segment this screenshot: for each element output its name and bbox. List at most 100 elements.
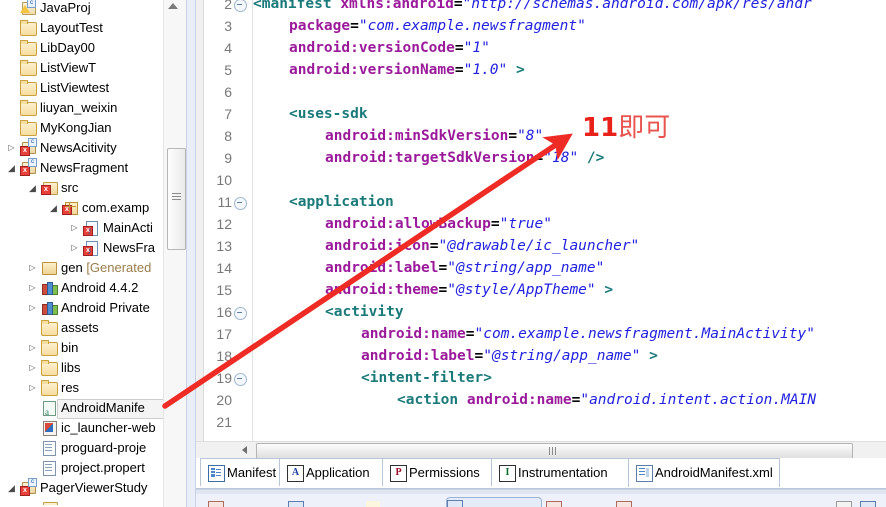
chevron-right-icon[interactable]: ▷: [27, 338, 38, 358]
code-line[interactable]: <activity: [325, 301, 404, 323]
code-line[interactable]: <intent-filter>: [361, 367, 492, 389]
tree-item-newsfra[interactable]: ▷x NewsFra: [0, 238, 166, 262]
hscrollbar-thumb[interactable]: [256, 443, 853, 459]
line-number: 14: [216, 260, 232, 276]
tree-item-pagerviewerstudy[interactable]: ◢ x c PagerViewerStudy: [0, 478, 166, 498]
chevron-right-icon[interactable]: ▷: [27, 258, 38, 278]
code-line[interactable]: android:minSdkVersion="8": [325, 125, 543, 147]
code-line[interactable]: android:label="@string/app_name": [325, 257, 604, 279]
chevron-down-icon[interactable]: ◢: [6, 478, 17, 498]
error-badge-icon: x: [83, 226, 93, 236]
tree-item-src[interactable]: ◢xsrc: [0, 178, 166, 198]
bottom-toolbar-button-1[interactable]: [836, 499, 854, 507]
code-line[interactable]: android:versionCode="1": [289, 37, 490, 59]
explorer-vertical-scrollbar[interactable]: [163, 0, 186, 507]
bottom-views-tabbar[interactable]: [196, 489, 886, 507]
tree-item-mykongjian[interactable]: MyKongJian: [0, 118, 166, 138]
tree-item-proguard-proje[interactable]: proguard-proje: [0, 438, 166, 458]
tree-item-androidmanife[interactable]: AndroidManife: [0, 398, 166, 422]
xml-source-editor[interactable]: 2 3 4 5 6 7 8 9 10 11 12 13 14 15 16 17 18 19 20 21 <manife…: [196, 0, 886, 449]
tree-item-ic-launcher-web[interactable]: ic_launcher-web: [0, 418, 166, 438]
chevron-right-icon[interactable]: ▷: [27, 358, 38, 378]
package-icon: x: [62, 198, 79, 218]
package-explorer-tree[interactable]: c JavaProj LayoutTest LibDay00 ListViewT List…: [0, 0, 166, 505]
tree-item-liuyan-weixin[interactable]: liuyan_weixin: [0, 98, 166, 118]
code-token-val: "@drawable/ic_launcher": [438, 238, 640, 254]
tree-item-assets[interactable]: assets: [0, 318, 166, 338]
tree-item-bin[interactable]: ▷ bin: [0, 338, 166, 358]
chevron-right-icon[interactable]: ▷: [69, 238, 80, 258]
tree-item-gen[interactable]: ▷ gen [Generated: [0, 258, 166, 278]
code-token-attr: android:name: [361, 326, 466, 342]
folder-icon-glyph: [41, 380, 58, 396]
tree-item-newsfragment[interactable]: ◢ x c NewsFragment: [0, 158, 166, 178]
scroll-left-arrow-icon[interactable]: [242, 446, 247, 454]
chevron-right-icon[interactable]: ▷: [27, 378, 38, 398]
code-line[interactable]: android:name="com.example.newsfragment.M…: [361, 323, 815, 345]
bottom-toolbar-button-2[interactable]: [860, 499, 878, 507]
code-line[interactable]: android:icon="@drawable/ic_launcher": [325, 235, 639, 257]
tree-item-com-examp[interactable]: ◢ x com.examp: [0, 198, 166, 218]
code-line[interactable]: <uses-sdk: [289, 103, 368, 125]
tree-item-android-private[interactable]: ▷ Android Private: [0, 298, 166, 318]
scroll-up-arrow-icon[interactable]: [168, 3, 178, 9]
code-line[interactable]: package="com.example.newsfragment": [289, 15, 586, 37]
fold-toggle-icon[interactable]: [234, 197, 247, 210]
tree-item-mainacti[interactable]: ▷x MainActi: [0, 218, 166, 242]
editor-line-number-gutter[interactable]: 2 3 4 5 6 7 8 9 10 11 12 13 14 15 16 17 18 19 20 21: [196, 0, 253, 449]
bottom-view-console[interactable]: [446, 497, 542, 507]
line-number: 5: [224, 62, 232, 78]
tree-item-libs[interactable]: ▷ libs: [0, 358, 166, 378]
tree-item-listviewtest[interactable]: ListViewtest: [0, 78, 166, 98]
manifest-tab-label: Manifest: [227, 465, 277, 480]
tree-item-newsacitivity[interactable]: ▷ x c NewsAcitivity: [0, 138, 166, 158]
tree-item-libday00[interactable]: LibDay00: [0, 38, 166, 58]
chevron-right-icon[interactable]: ▷: [27, 298, 38, 318]
scrollbar-thumb[interactable]: [167, 148, 186, 250]
code-line[interactable]: <action android:name="android.intent.act…: [397, 389, 816, 411]
manifest-tab-manifest[interactable]: Manifest: [200, 458, 282, 486]
code-line[interactable]: android:versionName="1.0" >: [289, 59, 525, 81]
bottom-view-javadoc[interactable]: [288, 499, 358, 507]
code-token-eq: =: [508, 128, 518, 144]
chevron-right-icon[interactable]: ▷: [69, 218, 80, 238]
bottom-view-logcat[interactable]: [546, 499, 610, 507]
code-line[interactable]: android:theme="@style/AppTheme" >: [325, 279, 613, 301]
manifest-tab-application[interactable]: A Application: [279, 458, 385, 486]
chevron-down-icon[interactable]: ◢: [27, 498, 38, 505]
fold-toggle-icon[interactable]: [234, 0, 247, 12]
chevron-down-icon[interactable]: ◢: [48, 198, 59, 218]
pane-divider[interactable]: [186, 0, 196, 507]
tree-item-javaproj[interactable]: c JavaProj: [0, 0, 166, 18]
code-line[interactable]: android:targetSdkVersion="18" />: [325, 147, 604, 169]
code-line[interactable]: <manifest xmlns:android="http://schemas.…: [253, 0, 812, 15]
manifest-tab-instrumentation[interactable]: I Instrumentation: [491, 458, 631, 486]
code-line[interactable]: android:label="@string/app_name" >: [361, 345, 658, 367]
code-line[interactable]: android:allowBackup="true": [325, 213, 552, 235]
tree-item-res[interactable]: ▷ res: [0, 378, 166, 398]
code-line[interactable]: <application: [289, 191, 394, 213]
manifest-editor-tabs[interactable]: Manifest A Application P Permissions I Instrum…: [196, 458, 886, 489]
line-number: 19: [216, 370, 232, 386]
manifest-tab-permissions[interactable]: P Permissions: [382, 458, 494, 486]
fold-toggle-icon[interactable]: [234, 373, 247, 386]
editor-code-area[interactable]: <manifest xmlns:android="http://schemas.…: [253, 0, 886, 449]
tree-item-android-4-4-2[interactable]: ▷ Android 4.4.2: [0, 278, 166, 298]
chevron-right-icon[interactable]: ▷: [6, 138, 17, 158]
bottom-view-declaration[interactable]: [366, 499, 442, 507]
bottom-view-problems[interactable]: [208, 499, 278, 507]
error-badge-icon: x: [20, 166, 30, 176]
chevron-right-icon[interactable]: ▷: [27, 278, 38, 298]
tree-item-src[interactable]: ◢xsrc: [0, 498, 166, 505]
error-badge-icon: x: [41, 185, 51, 195]
tree-item-listviewt[interactable]: ListViewT: [0, 58, 166, 78]
chevron-down-icon[interactable]: ◢: [6, 158, 17, 178]
code-token-attr: android:versionName: [289, 62, 455, 78]
chevron-down-icon[interactable]: ◢: [27, 178, 38, 198]
tree-item-project-propert[interactable]: project.propert: [0, 458, 166, 478]
fold-toggle-icon[interactable]: [234, 307, 247, 320]
tree-item-layouttest[interactable]: LayoutTest: [0, 18, 166, 38]
manifest-tab-androidmanifest-xml[interactable]: AndroidManifest.xml: [628, 458, 780, 487]
bottom-view-search[interactable]: [616, 499, 686, 507]
editor-horizontal-scrollbar[interactable]: [196, 441, 886, 459]
